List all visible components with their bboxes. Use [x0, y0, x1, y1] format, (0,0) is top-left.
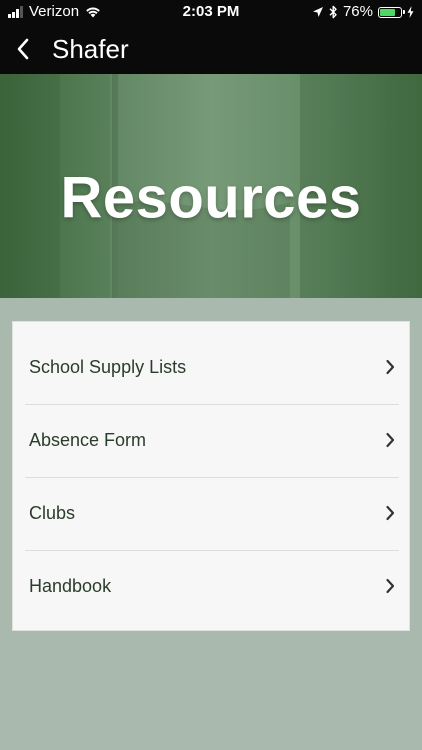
- nav-title: Shafer: [52, 34, 129, 64]
- list-item-absence-form[interactable]: Absence Form: [13, 404, 411, 477]
- list-item-label: School Supply Lists: [29, 357, 187, 377]
- list-item-label: Clubs: [29, 503, 76, 523]
- nav-bar: Shafer: [0, 24, 422, 74]
- chevron-right-icon: [386, 359, 395, 375]
- battery-level: [380, 8, 396, 16]
- back-button[interactable]: [8, 34, 38, 64]
- list-item-label: Handbook: [29, 576, 112, 596]
- chevron-left-icon: [17, 38, 29, 60]
- location-arrow-icon: [312, 7, 323, 17]
- chevron-right-icon: [386, 578, 395, 594]
- banner-title: Resources: [60, 165, 362, 231]
- list-item-handbook[interactable]: Handbook: [13, 550, 411, 623]
- status-bar: Verizon 2:03 PM 76%: [0, 0, 422, 24]
- resources-banner: Resources: [0, 74, 422, 298]
- list-item-label: Absence Form: [29, 430, 147, 450]
- resources-list: School Supply Lists Absence Form Clubs H…: [12, 321, 410, 631]
- battery-icon: [378, 6, 405, 18]
- chevron-right-icon: [386, 505, 395, 521]
- chevron-right-icon: [386, 432, 395, 448]
- bluetooth-icon: [329, 5, 337, 19]
- app-screen: Verizon 2:03 PM 76% Shafer Resources Sch…: [0, 0, 422, 750]
- list-item-clubs[interactable]: Clubs: [13, 477, 411, 550]
- list-item-school-supply-lists[interactable]: School Supply Lists: [13, 331, 411, 404]
- battery-percent: 76%: [342, 3, 373, 20]
- status-right: 76%: [312, 3, 414, 21]
- charging-icon: [407, 6, 414, 18]
